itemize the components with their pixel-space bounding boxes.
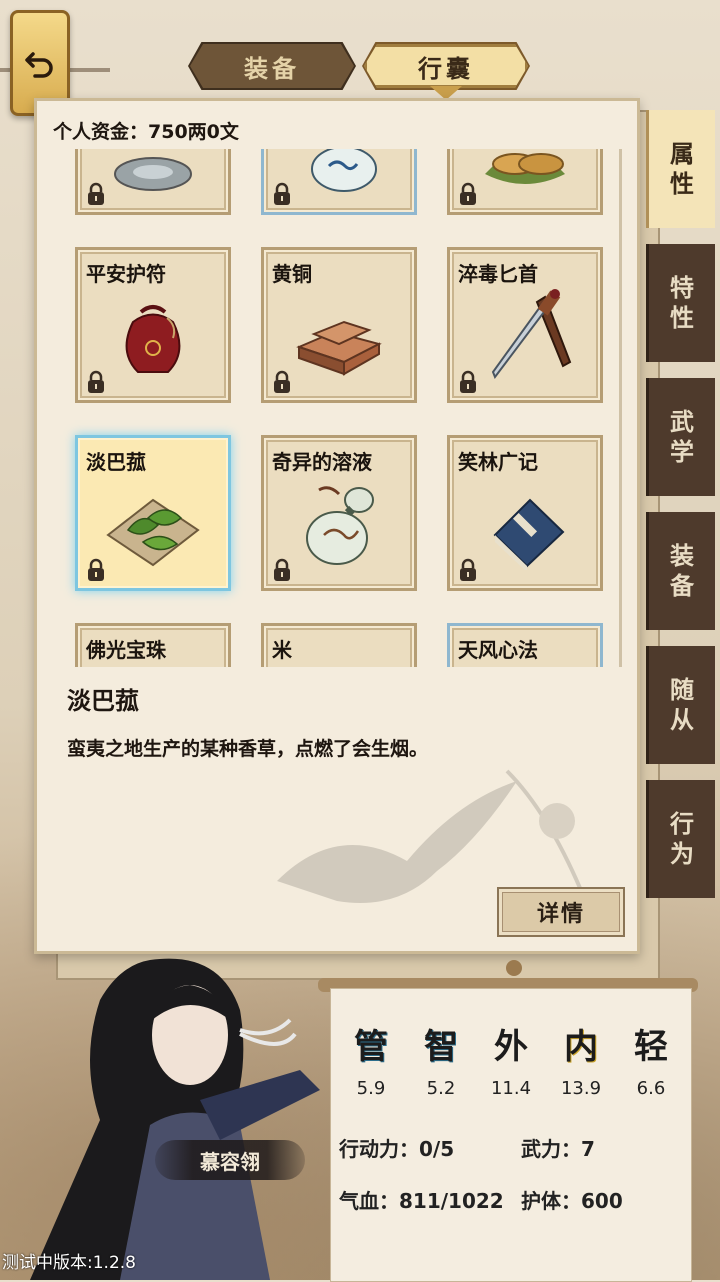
side-tab-label: 武 (670, 408, 694, 436)
back-arrow-icon (25, 52, 53, 78)
side-tab-label: 为 (670, 840, 694, 868)
item-cell[interactable] (261, 149, 417, 215)
version-label: 测试中版本:1.2.8 (2, 1253, 136, 1273)
brass-ingot-icon (296, 320, 382, 376)
side-tab-behavior[interactable]: 行 为 (646, 780, 715, 898)
porcelain-cup-icon (311, 149, 377, 192)
lock-icon (460, 558, 476, 581)
character-name: 慕容翎 (155, 1140, 305, 1180)
details-button[interactable]: 详情 (497, 887, 625, 937)
tobacco-leaf-icon (106, 498, 200, 567)
side-tab-label: 学 (670, 438, 694, 466)
side-tab-equipment[interactable]: 装 备 (646, 512, 715, 630)
side-tab-label: 从 (670, 706, 694, 734)
side-tab-label: 行 (670, 810, 694, 838)
stat-management: 管 5.9 (341, 1019, 401, 1099)
stat-value: 13.9 (560, 1078, 602, 1099)
stat-label: 内 (564, 1027, 598, 1067)
dagger-icon (491, 289, 572, 380)
stat-intelligence: 智 5.2 (411, 1019, 471, 1099)
item-cell[interactable] (447, 149, 603, 215)
lock-icon (88, 370, 104, 393)
personal-funds: 个人资金：750两0文 (53, 121, 239, 143)
item-detail-description: 蛮夷之地生产的某种香草，点燃了会生烟。 (67, 738, 429, 760)
cakes-icon (485, 153, 565, 184)
item-name: 天风心法 (458, 638, 538, 662)
lock-icon (460, 182, 476, 205)
tab-equipment[interactable]: 装备 (190, 44, 354, 88)
hp-stat: 气血：811/1022 (339, 1189, 504, 1213)
side-tab-label: 性 (670, 170, 694, 198)
item-cell-rice[interactable]: 米 (261, 623, 417, 667)
side-tab-label: 属 (670, 140, 694, 168)
stat-value: 5.9 (356, 1078, 386, 1099)
item-cell-solution[interactable]: 奇异的溶液 (261, 435, 417, 591)
side-tab-label: 备 (670, 572, 694, 600)
book-icon (493, 498, 565, 570)
item-name: 佛光宝珠 (86, 638, 166, 662)
side-tab-label: 特 (670, 274, 694, 302)
item-cell-book[interactable]: 笑林广记 (447, 435, 603, 591)
stats-panel: 管 5.9 智 5.2 外 11.4 内 13.9 轻 6.6 行动力：0/5 … (330, 988, 692, 1282)
item-cell-dagger[interactable]: 淬毒匕首 (447, 247, 603, 403)
stat-agility: 轻 6.6 (621, 1019, 681, 1099)
porcelain-bowl-icon (114, 157, 192, 191)
side-tab-traits[interactable]: 特 性 (646, 244, 715, 362)
amulet-pouch-icon (125, 305, 181, 373)
side-tab-label: 装 (670, 542, 694, 570)
side-tab-followers[interactable]: 随 从 (646, 646, 715, 764)
scroll-knot (506, 960, 522, 976)
stat-value: 11.4 (490, 1078, 532, 1099)
stat-value: 5.2 (426, 1078, 456, 1099)
stat-label: 管 (354, 1027, 388, 1067)
side-tab-label: 随 (670, 676, 694, 704)
lock-icon (460, 370, 476, 393)
stat-internal: 内 13.9 (551, 1019, 611, 1099)
gourd-bottle-icon (306, 486, 374, 565)
item-detail-title: 淡巴菰 (67, 687, 139, 715)
side-tab-label: 性 (670, 304, 694, 332)
stat-label: 智 (424, 1027, 458, 1067)
force-stat: 武力：7 (521, 1137, 595, 1161)
lock-icon (88, 558, 104, 581)
side-tab-attributes[interactable]: 属 性 (646, 110, 715, 228)
action-points: 行动力：0/5 (339, 1137, 455, 1161)
item-grid[interactable]: 平安护符 黄铜 淬毒匕首 淡巴菰 奇异的溶液 笑林广记 佛光宝珠 米 天风心法 (59, 149, 619, 667)
stat-label: 外 (494, 1027, 528, 1067)
lock-icon (274, 558, 290, 581)
lock-icon (274, 182, 290, 205)
item-cell-brass[interactable]: 黄铜 (261, 247, 417, 403)
side-tab-martial-arts[interactable]: 武 学 (646, 378, 715, 496)
grid-scrollbar[interactable] (619, 149, 622, 667)
item-name: 米 (272, 638, 292, 662)
lock-icon (274, 370, 290, 393)
tab-bag[interactable]: 行囊 (364, 44, 528, 88)
stat-label: 轻 (634, 1027, 668, 1067)
item-cell-pearl[interactable]: 佛光宝珠 (75, 623, 231, 667)
item-cell-tobacco[interactable]: 淡巴菰 (75, 435, 231, 591)
item-cell-amulet[interactable]: 平安护符 (75, 247, 231, 403)
stat-external: 外 11.4 (481, 1019, 541, 1099)
stat-value: 6.6 (636, 1078, 666, 1099)
inventory-panel: 个人资金：750两0文 平安护符 黄铜 淬毒匕首 淡巴菰 奇异的溶液 笑林广记 … (34, 98, 640, 954)
lock-icon (88, 182, 104, 205)
item-cell[interactable] (75, 149, 231, 215)
character-portrait (30, 958, 320, 1280)
item-cell-skill[interactable]: 天风心法 (447, 623, 603, 667)
armor-stat: 护体：600 (521, 1189, 623, 1213)
